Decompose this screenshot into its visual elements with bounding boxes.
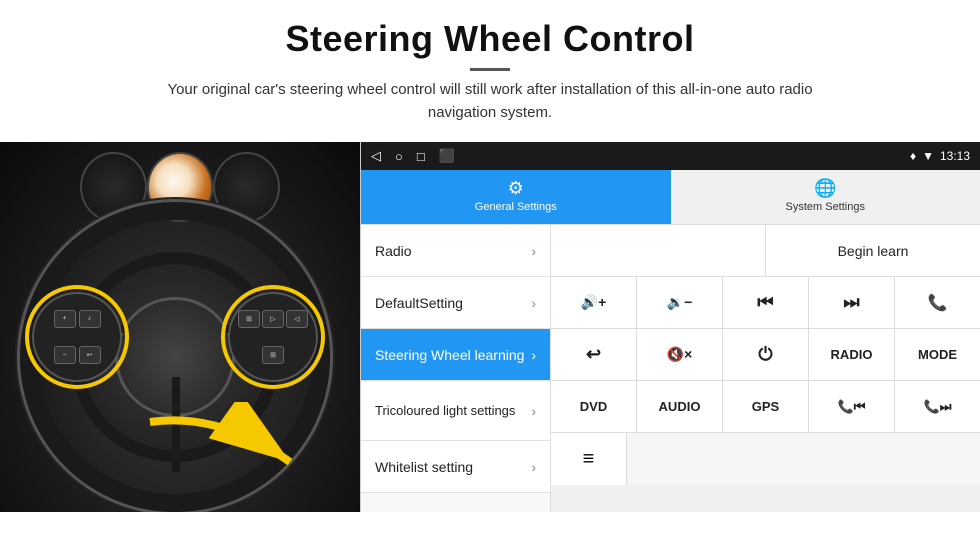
dvd-btn[interactable]: DVD (551, 381, 637, 432)
mode-btn[interactable]: MODE (895, 329, 980, 380)
control-row-5: ≡ (551, 433, 980, 485)
android-panel: ◁ ○ □ ⬛ ♦ ▼ 13:13 ⚙ General Settings 🌐 S… (360, 142, 980, 512)
sw-btn-7: ◁ (286, 310, 308, 328)
wifi-icon: ▼ (922, 149, 934, 163)
chevron-tricoloured-icon: › (531, 403, 536, 419)
control-row-4: DVD AUDIO GPS 📞⏮ 📞⏭ (551, 381, 980, 433)
power-button[interactable]: ⏻ (723, 329, 809, 380)
page-title: Steering Wheel Control (40, 18, 940, 60)
vol-down-icon: 🔉− (667, 294, 693, 311)
vol-up-icon: 🔊+ (581, 294, 607, 311)
prev-track-button[interactable]: ⏮ (723, 277, 809, 328)
button-cluster-left: + ♪ − ↩ (32, 292, 122, 382)
tel-next-btn[interactable]: 📞⏭ (895, 381, 980, 432)
back-button[interactable]: ↩ (551, 329, 637, 380)
steering-wheel-bg: + ♪ − ↩ ⊞ ▷ ◁ ⊞ (0, 142, 360, 512)
back-icon: ↩ (586, 344, 601, 365)
menu-item-radio[interactable]: Radio › (361, 225, 550, 277)
hamburger-icon: ≡ (583, 448, 595, 471)
next-track-button[interactable]: ⏭ (809, 277, 895, 328)
sw-btn-1: + (54, 310, 76, 328)
menu-item-tricoloured[interactable]: Tricoloured light settings › (361, 381, 550, 441)
home-nav-icon[interactable]: ○ (395, 149, 403, 164)
phone-icon: 📞 (928, 293, 948, 313)
tab-bar: ⚙ General Settings 🌐 System Settings (361, 170, 980, 225)
signal-icon: ♦ (910, 149, 916, 163)
system-settings-icon: 🌐 (814, 178, 836, 199)
tel-next-icon: 📞⏭ (924, 399, 952, 415)
chevron-radio-icon: › (531, 243, 536, 259)
next-track-icon: ⏭ (843, 292, 859, 313)
sw-btn-6: ▷ (262, 310, 284, 328)
tab-system-label: System Settings (786, 201, 865, 213)
sw-btn-8: ⊞ (262, 346, 284, 364)
control-row-2: 🔊+ 🔉− ⏮ ⏭ 📞 (551, 277, 980, 329)
page-header: Steering Wheel Control Your original car… (0, 0, 980, 134)
sw-btn-3: − (54, 346, 76, 364)
yellow-arrow (140, 402, 300, 482)
chevron-default-icon: › (531, 295, 536, 311)
power-icon: ⏻ (758, 344, 772, 365)
tab-system-settings[interactable]: 🌐 System Settings (671, 170, 980, 224)
chevron-whitelist-icon: › (531, 459, 536, 475)
left-menu: Radio › DefaultSetting › Steering Wheel … (361, 225, 551, 512)
button-cluster-right: ⊞ ▷ ◁ ⊞ (228, 292, 318, 382)
car-image-panel: + ♪ − ↩ ⊞ ▷ ◁ ⊞ (0, 142, 360, 512)
title-divider (470, 68, 510, 71)
begin-learn-button[interactable]: Begin learn (766, 225, 980, 276)
control-row-3: ↩ 🔇× ⏻ RADIO MODE (551, 329, 980, 381)
empty-box (551, 225, 766, 276)
tab-general-label: General Settings (475, 201, 557, 213)
status-bar-left: ◁ ○ □ ⬛ (371, 148, 455, 164)
control-row-1: Begin learn (551, 225, 980, 277)
tel-prev-btn[interactable]: 📞⏮ (809, 381, 895, 432)
sw-btn-4: ↩ (79, 346, 101, 364)
mute-button[interactable]: 🔇× (637, 329, 723, 380)
mute-icon: 🔇× (667, 346, 693, 363)
screenshot-nav-icon[interactable]: ⬛ (439, 148, 455, 164)
clock: 13:13 (940, 149, 970, 163)
audio-btn[interactable]: AUDIO (637, 381, 723, 432)
chevron-steering-icon: › (531, 347, 536, 363)
sw-btn-5: ⊞ (238, 310, 260, 328)
recents-nav-icon[interactable]: □ (417, 149, 425, 164)
back-nav-icon[interactable]: ◁ (371, 148, 381, 164)
status-bar: ◁ ○ □ ⬛ ♦ ▼ 13:13 (361, 142, 980, 170)
phone-button[interactable]: 📞 (895, 277, 980, 328)
vol-up-button[interactable]: 🔊+ (551, 277, 637, 328)
sw-btn-2: ♪ (79, 310, 101, 328)
tel-prev-icon: 📞⏮ (838, 399, 866, 415)
menu-item-default[interactable]: DefaultSetting › (361, 277, 550, 329)
radio-btn[interactable]: RADIO (809, 329, 895, 380)
right-control: Begin learn 🔊+ 🔉− ⏮ ⏭ (551, 225, 980, 512)
menu-control-area: Radio › DefaultSetting › Steering Wheel … (361, 225, 980, 512)
menu-item-steering[interactable]: Steering Wheel learning › (361, 329, 550, 381)
status-bar-right: ♦ ▼ 13:13 (910, 149, 970, 163)
tab-general-settings[interactable]: ⚙ General Settings (361, 170, 671, 224)
general-settings-icon: ⚙ (508, 178, 524, 199)
vol-down-button[interactable]: 🔉− (637, 277, 723, 328)
menu-item-whitelist[interactable]: Whitelist setting › (361, 441, 550, 493)
page-subtitle: Your original car's steering wheel contr… (140, 79, 840, 124)
gps-btn[interactable]: GPS (723, 381, 809, 432)
menu-icon-btn[interactable]: ≡ (551, 433, 627, 485)
main-content: + ♪ − ↩ ⊞ ▷ ◁ ⊞ (0, 142, 980, 512)
prev-track-icon: ⏮ (757, 292, 773, 313)
